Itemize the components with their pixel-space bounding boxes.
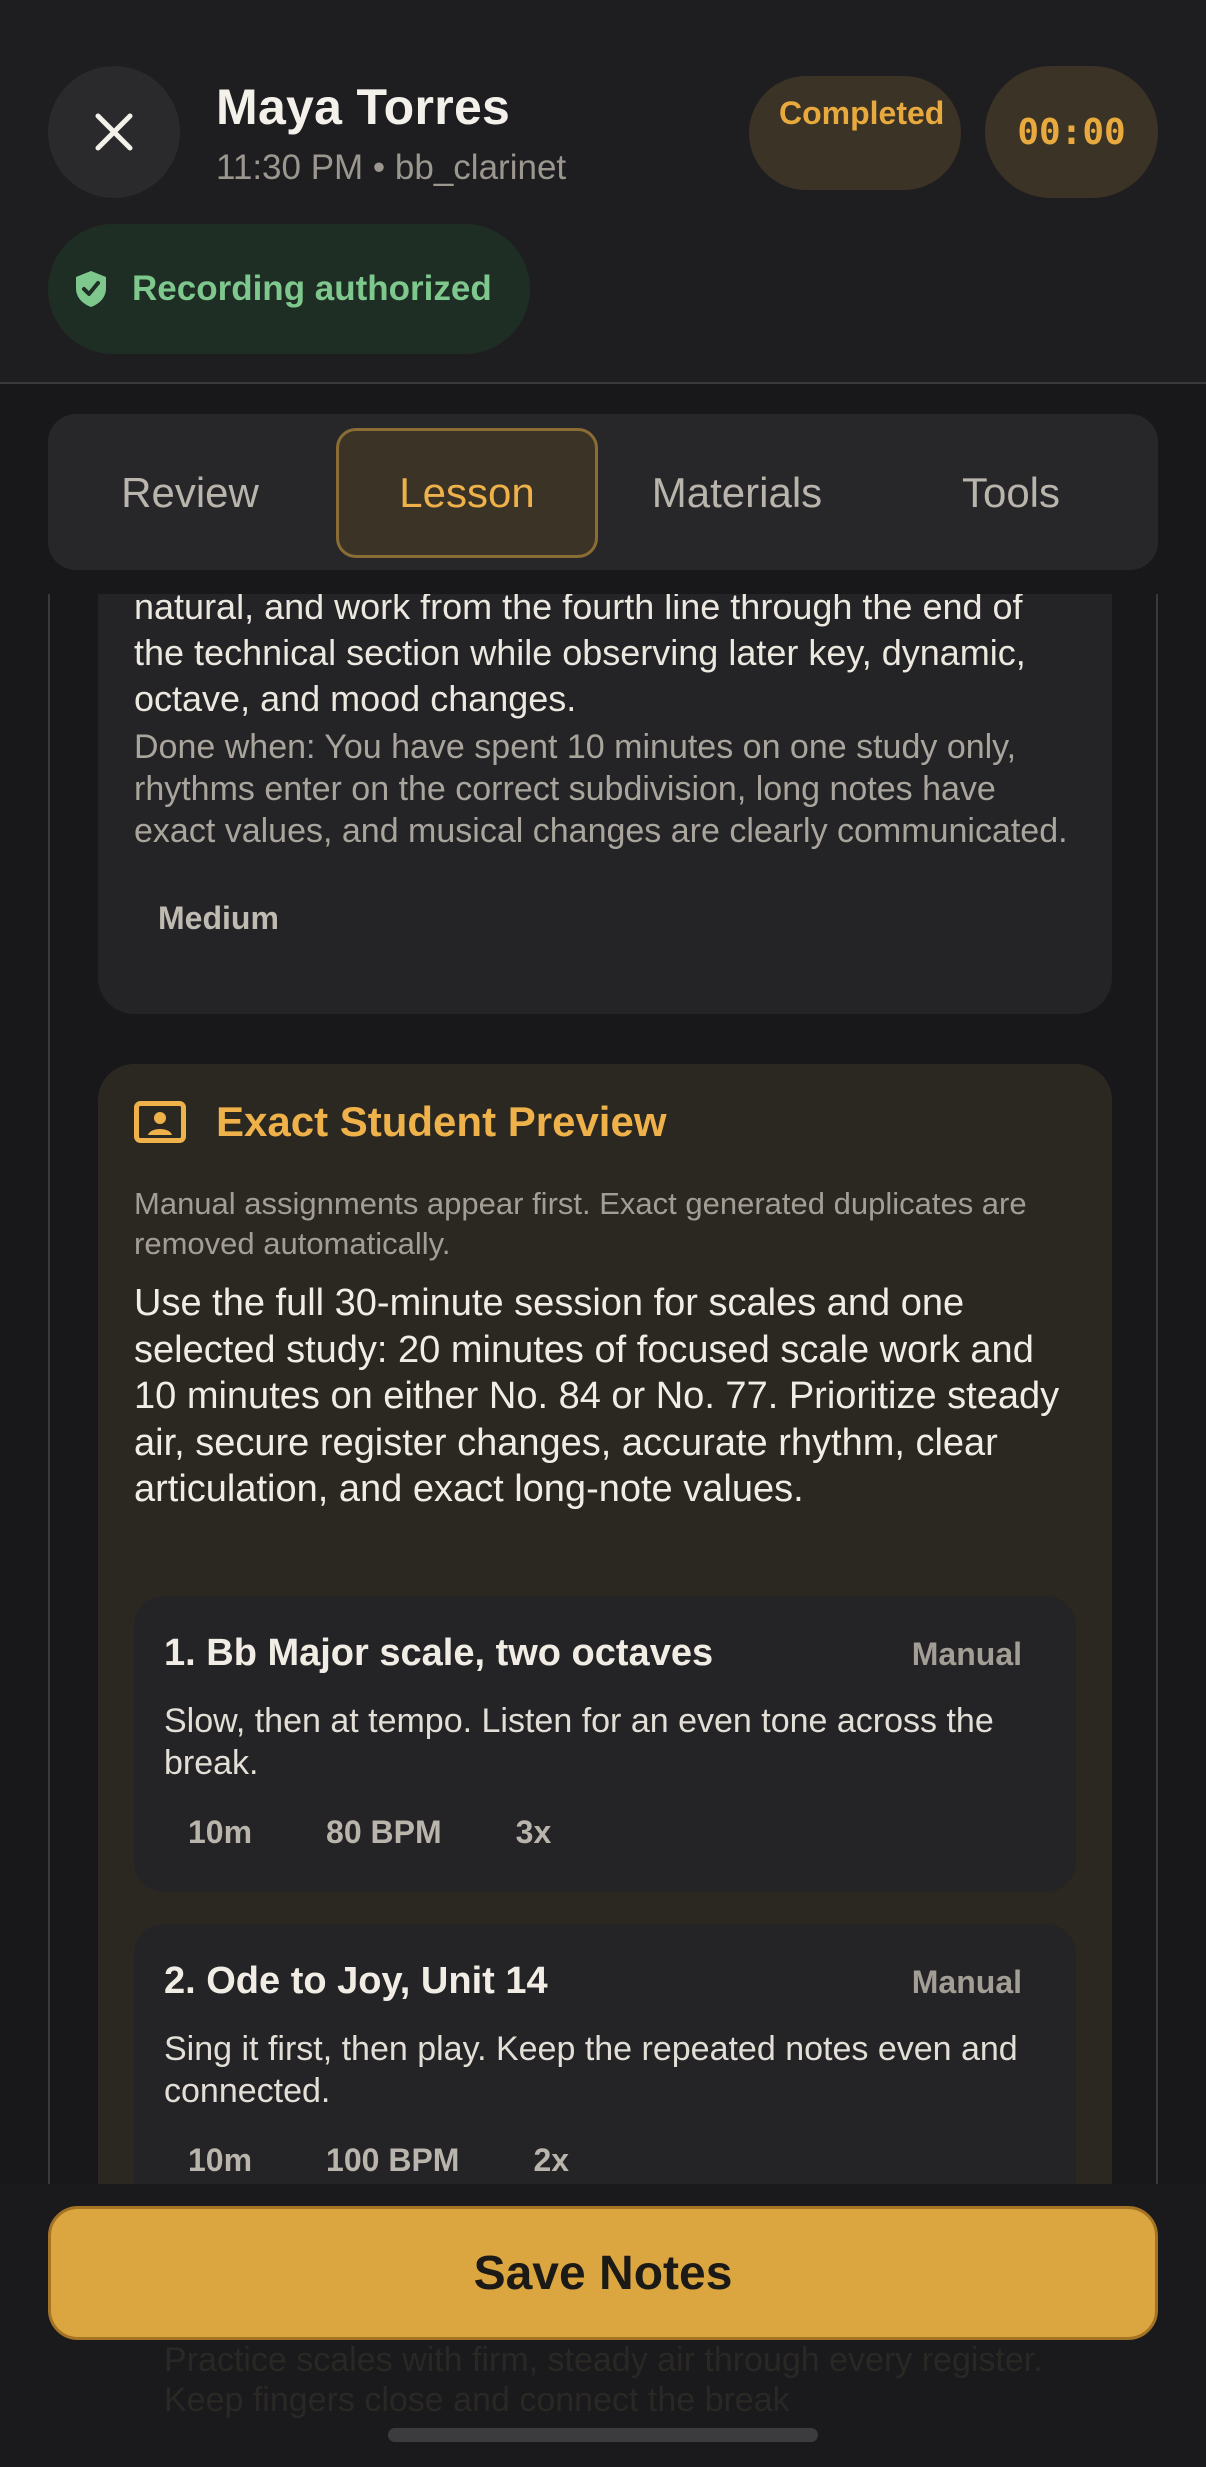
assignment-title: 2. Ode to Joy, Unit 14 — [164, 1960, 548, 2002]
assignment-meta: 10m 80 BPM 3x — [188, 1814, 625, 1851]
difficulty-badge: Medium — [158, 900, 279, 936]
preview-summary: Use the full 30-minute session for scale… — [134, 1282, 1060, 1510]
preview-note: Manual assignments appear first. Exact g… — [134, 1186, 1027, 1261]
tab-bar: Review Lesson Materials Tools — [48, 414, 1158, 570]
assignment-title: 1. Bb Major scale, two octaves — [164, 1632, 714, 1674]
status-label: Completed — [779, 95, 945, 131]
close-icon — [95, 113, 133, 151]
preview-title: Exact Student Preview — [216, 1098, 667, 1145]
done-when-text: Done when: You have spent 10 minutes on … — [134, 728, 1068, 850]
session-subtitle: 11:30 PM • bb_clarinet — [216, 148, 567, 187]
assignment-card: natural, and work from the fourth line t… — [98, 594, 1112, 1014]
assignment-instructions: natural, and work from the fourth line t… — [134, 594, 1026, 719]
assignment-duration: 10m — [188, 1814, 253, 1850]
home-indicator[interactable] — [388, 2428, 818, 2442]
assignment-item[interactable]: 1. Bb Major scale, two octaves Manual Sl… — [134, 1596, 1076, 1892]
student-card-icon — [134, 1101, 186, 1143]
tab-lesson[interactable]: Lesson — [336, 428, 598, 558]
session-header: Maya Torres 11:30 PM • bb_clarinet Compl… — [0, 0, 1206, 384]
assignment-reps: 2x — [533, 2142, 570, 2178]
status-badge: Completed — [749, 76, 961, 190]
close-button[interactable] — [48, 66, 180, 198]
assignment-source: Manual — [911, 1964, 1022, 2000]
assignment-reps: 3x — [515, 1814, 552, 1850]
lesson-content[interactable]: natural, and work from the fourth line t… — [48, 594, 1158, 2184]
timer-display: 00:00 — [985, 66, 1158, 198]
student-preview-card: Exact Student Preview Manual assignments… — [98, 1064, 1112, 2184]
tab-materials[interactable]: Materials — [602, 428, 872, 558]
assignment-meta: 10m 100 BPM 2x — [188, 2142, 643, 2179]
student-name: Maya Torres — [216, 79, 511, 135]
assignment-description: Slow, then at tempo. Listen for an even … — [164, 1702, 994, 1782]
assignment-duration: 10m — [188, 2142, 253, 2178]
recording-authorized-label: Recording authorized — [132, 269, 492, 308]
assignment-tempo: 80 BPM — [326, 1814, 442, 1850]
tab-tools[interactable]: Tools — [876, 428, 1146, 558]
shield-check-icon — [76, 271, 106, 307]
assignment-tempo: 100 BPM — [326, 2142, 460, 2178]
recording-authorized-badge: Recording authorized — [48, 224, 530, 354]
tab-review[interactable]: Review — [48, 428, 332, 558]
save-notes-button[interactable]: Save Notes — [48, 2206, 1158, 2340]
obscured-content: Practice scales with firm, steady air th… — [164, 2341, 1043, 2419]
assignment-source: Manual — [911, 1636, 1022, 1672]
assignment-item[interactable]: 2. Ode to Joy, Unit 14 Manual Sing it fi… — [134, 1924, 1076, 2184]
preview-header: Exact Student Preview — [134, 1098, 667, 1146]
assignment-description: Sing it first, then play. Keep the repea… — [164, 2030, 1018, 2110]
